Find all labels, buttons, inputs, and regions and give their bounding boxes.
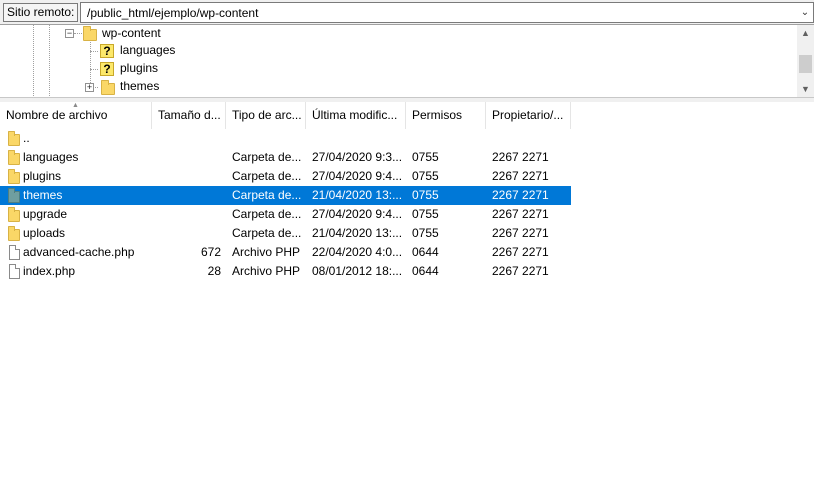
file-owner: 2267 2271 [492, 169, 549, 183]
folder-icon [83, 26, 97, 41]
folder-icon [8, 188, 20, 203]
file-size: 28 [207, 264, 221, 278]
remote-site-bar: Sitio remoto: /public_html/ejemplo/wp-co… [0, 0, 814, 25]
folder-icon [8, 150, 20, 165]
folder-icon [8, 226, 20, 241]
folder-icon [8, 131, 20, 146]
file-name: upgrade [23, 207, 68, 221]
file-name: uploads [23, 226, 66, 240]
file-permissions: 0755 [412, 169, 439, 183]
file-owner: 2267 2271 [492, 226, 549, 240]
file-row-languages[interactable]: languages Carpeta de... 27/04/2020 9:3..… [0, 148, 571, 167]
file-permissions: 0755 [412, 188, 439, 202]
tree-guide-line [90, 69, 98, 70]
file-icon [9, 245, 20, 260]
file-name: advanced-cache.php [23, 245, 135, 259]
file-type: Carpeta de... [232, 150, 302, 164]
file-permissions: 0755 [412, 207, 439, 221]
file-list-header: ▲ Nombre de archivo Tamaño d... Tipo de … [0, 102, 814, 129]
file-icon [9, 264, 20, 279]
file-type: Archivo PHP [232, 245, 301, 259]
file-type: Carpeta de... [232, 188, 302, 202]
scrollbar-thumb[interactable] [799, 55, 812, 73]
column-header-permissions[interactable]: Permisos [406, 102, 486, 129]
column-header-size[interactable]: Tamaño d... [152, 102, 226, 129]
file-type: Carpeta de... [232, 207, 302, 221]
tree-node-label: plugins [120, 61, 159, 75]
file-name: .. [23, 131, 30, 145]
question-folder-icon: ? [100, 44, 114, 58]
file-size: 672 [200, 245, 221, 259]
file-modified: 27/04/2020 9:4... [312, 169, 403, 183]
scroll-down-icon[interactable]: ▼ [797, 81, 814, 97]
tree-guide-line [90, 39, 91, 87]
remote-path-value[interactable]: /public_html/ejemplo/wp-content [87, 5, 258, 21]
file-row-plugins[interactable]: plugins Carpeta de... 27/04/2020 9:4... … [0, 167, 571, 186]
column-header-name[interactable]: Nombre de archivo [0, 102, 152, 129]
remote-path-combobox[interactable]: /public_html/ejemplo/wp-content ⌄ [80, 2, 814, 23]
file-modified: 27/04/2020 9:4... [312, 207, 403, 221]
file-row-uploads[interactable]: uploads Carpeta de... 21/04/2020 13:... … [0, 224, 571, 243]
file-permissions: 0755 [412, 226, 439, 240]
file-row-advanced-cache[interactable]: advanced-cache.php 672 Archivo PHP 22/04… [0, 243, 571, 262]
file-name: languages [23, 150, 79, 164]
tree-guide-line [90, 51, 98, 52]
tree-guide-line [49, 25, 50, 97]
file-row-upgrade[interactable]: upgrade Carpeta de... 27/04/2020 9:4... … [0, 205, 571, 224]
file-modified: 08/01/2012 18:... [312, 264, 403, 278]
file-row-themes[interactable]: themes Carpeta de... 21/04/2020 13:... 0… [0, 186, 571, 205]
file-owner: 2267 2271 [492, 188, 549, 202]
collapse-icon[interactable]: − [65, 29, 74, 38]
folder-icon [8, 207, 20, 222]
file-owner: 2267 2271 [492, 245, 549, 259]
folder-icon [8, 169, 20, 184]
question-folder-icon: ? [100, 62, 114, 76]
column-header-owner[interactable]: Propietario/... [486, 102, 571, 129]
file-modified: 21/04/2020 13:... [312, 226, 403, 240]
file-type: Archivo PHP [232, 264, 301, 278]
file-modified: 21/04/2020 13:... [312, 188, 403, 202]
tree-node-label: wp-content [102, 26, 161, 40]
expand-icon[interactable]: + [85, 83, 94, 92]
chevron-down-icon[interactable]: ⌄ [799, 6, 811, 20]
file-permissions: 0644 [412, 245, 439, 259]
file-permissions: 0755 [412, 150, 439, 164]
scroll-up-icon[interactable]: ▲ [797, 25, 814, 42]
file-type: Carpeta de... [232, 169, 302, 183]
file-permissions: 0644 [412, 264, 439, 278]
remote-directory-tree[interactable]: − wp-content ? languages ? plugins + the… [0, 25, 814, 98]
tree-node-label: themes [120, 79, 160, 93]
file-name: index.php [23, 264, 76, 278]
remote-site-label: Sitio remoto: [3, 3, 79, 22]
folder-icon [101, 80, 115, 95]
tree-vertical-scrollbar[interactable]: ▲ ▼ [797, 25, 814, 97]
file-name: plugins [23, 169, 62, 183]
tree-node-label: languages [120, 43, 176, 57]
file-owner: 2267 2271 [492, 207, 549, 221]
file-modified: 22/04/2020 4:0... [312, 245, 403, 259]
file-owner: 2267 2271 [492, 150, 549, 164]
file-row-parent[interactable]: .. [0, 129, 571, 148]
file-type: Carpeta de... [232, 226, 302, 240]
file-owner: 2267 2271 [492, 264, 549, 278]
column-header-type[interactable]: Tipo de arc... [226, 102, 306, 129]
tree-guide-line [33, 25, 34, 97]
file-name: themes [23, 188, 63, 202]
column-header-modified[interactable]: Última modific... [306, 102, 406, 129]
file-row-index[interactable]: index.php 28 Archivo PHP 08/01/2012 18:.… [0, 262, 571, 281]
file-modified: 27/04/2020 9:3... [312, 150, 403, 164]
